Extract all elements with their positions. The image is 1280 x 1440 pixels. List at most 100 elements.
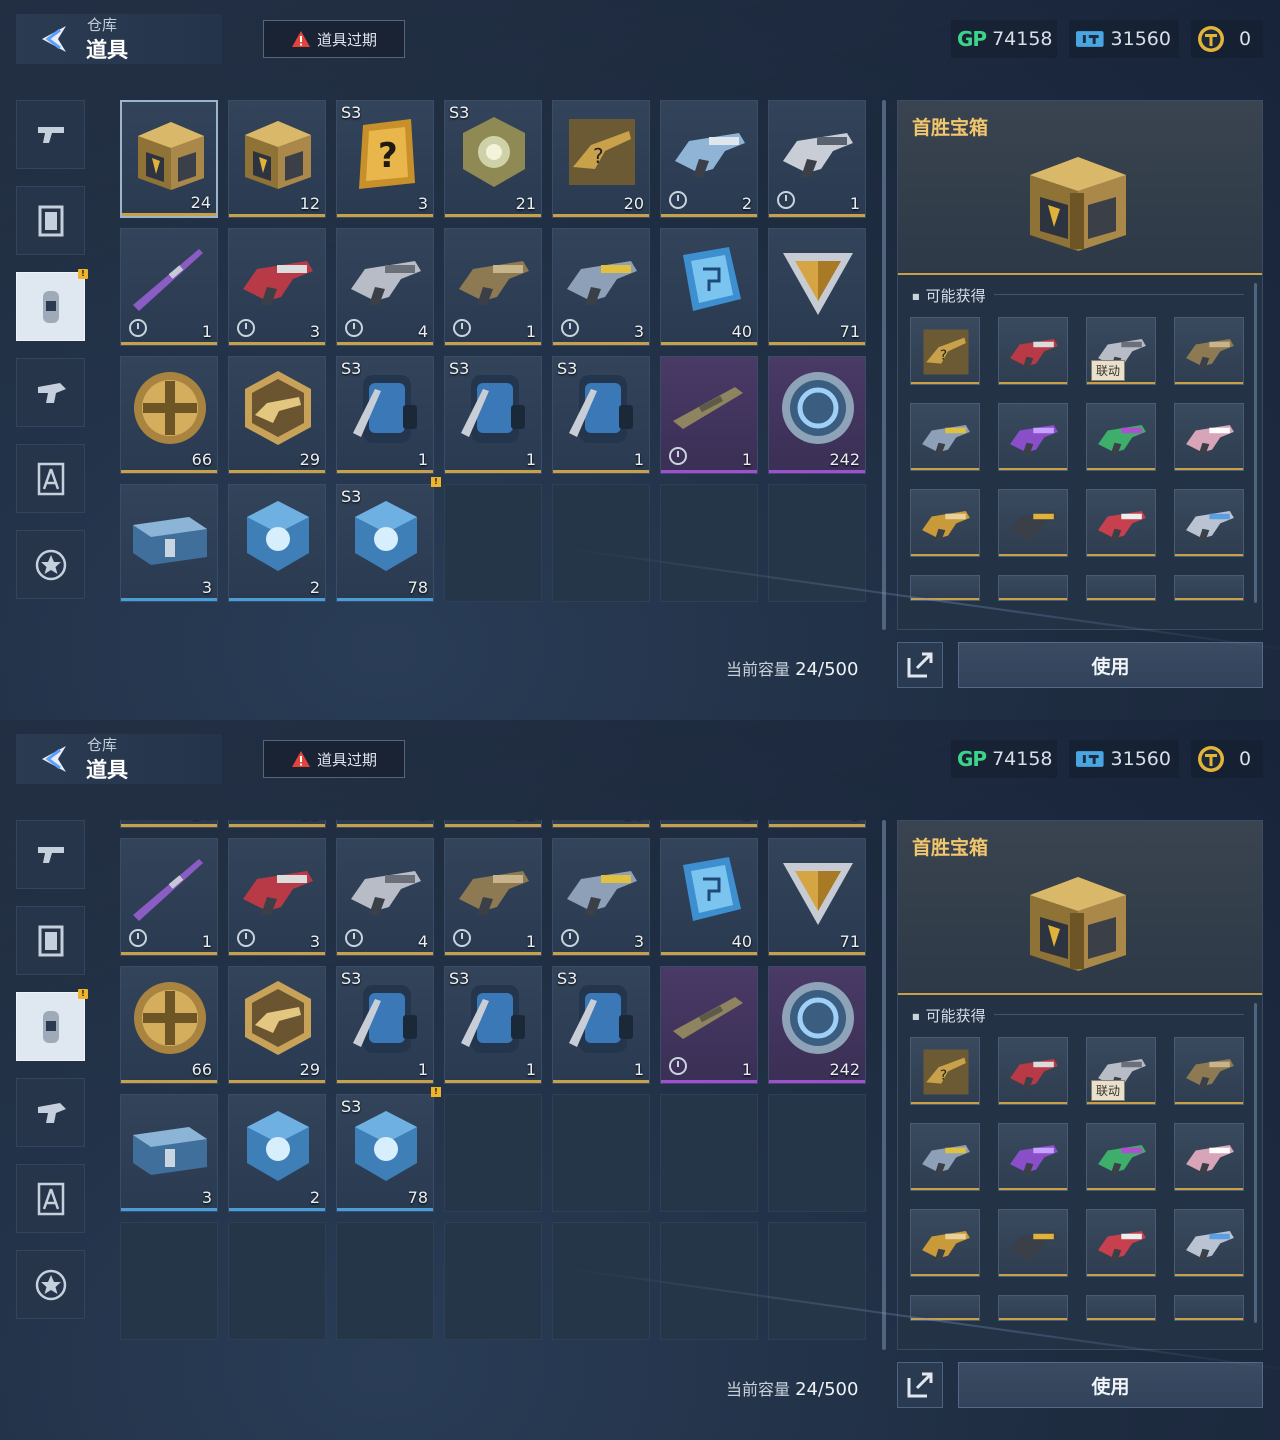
reward-item[interactable] bbox=[910, 403, 980, 471]
reward-item[interactable] bbox=[1174, 1295, 1244, 1321]
item-slot[interactable]: 1 bbox=[444, 838, 542, 956]
reward-item[interactable] bbox=[1086, 1123, 1156, 1191]
sidebar-tab-pistol[interactable] bbox=[16, 820, 85, 889]
item-slot[interactable]: S3 1 bbox=[552, 356, 650, 474]
item-slot[interactable]: 71 bbox=[768, 228, 866, 346]
reward-item[interactable] bbox=[998, 403, 1068, 471]
item-slot[interactable]: 242 bbox=[768, 966, 866, 1084]
item-slot[interactable]: ?S33 bbox=[336, 820, 434, 828]
reward-scrollbar[interactable] bbox=[1254, 1003, 1257, 1323]
reward-item[interactable]: ? bbox=[910, 317, 980, 385]
reward-item[interactable] bbox=[998, 489, 1068, 557]
reward-item[interactable] bbox=[910, 1209, 980, 1277]
reward-item[interactable] bbox=[1086, 489, 1156, 557]
item-slot[interactable]: ?20 bbox=[552, 100, 650, 218]
sidebar-tab-star-badge[interactable] bbox=[16, 1250, 85, 1319]
item-slot[interactable]: 1 bbox=[660, 356, 758, 474]
item-slot[interactable]: 1 bbox=[444, 228, 542, 346]
item-slot[interactable]: S3 1 bbox=[444, 966, 542, 1084]
reward-item[interactable] bbox=[1086, 1295, 1156, 1321]
sidebar-tab-frame[interactable] bbox=[16, 186, 85, 255]
sidebar-tab-pistol[interactable] bbox=[16, 100, 85, 169]
use-button[interactable]: 使用 bbox=[958, 1362, 1263, 1408]
use-button[interactable]: 使用 bbox=[958, 642, 1263, 688]
item-slot[interactable]: ?S33 bbox=[336, 100, 434, 218]
item-slot[interactable]: 66 bbox=[120, 356, 218, 474]
reward-scrollbar[interactable] bbox=[1254, 283, 1257, 603]
back-arrow-icon[interactable] bbox=[36, 22, 70, 56]
reward-item[interactable] bbox=[910, 1295, 980, 1321]
item-slot[interactable]: 12 bbox=[228, 820, 326, 828]
item-slot[interactable]: 2 bbox=[228, 1094, 326, 1212]
item-slot[interactable]: 1 bbox=[120, 838, 218, 956]
sidebar-tab-frame[interactable] bbox=[16, 906, 85, 975]
item-expire-button[interactable]: 道具过期 bbox=[263, 740, 405, 778]
item-slot[interactable]: S3! 78 bbox=[336, 1087, 441, 1212]
back-arrow-icon[interactable] bbox=[36, 742, 70, 776]
item-slot[interactable]: 3 bbox=[120, 1094, 218, 1212]
sidebar-tab-gun-part[interactable] bbox=[16, 1078, 85, 1147]
share-button[interactable] bbox=[897, 642, 943, 688]
reward-item[interactable] bbox=[998, 1295, 1068, 1321]
sidebar-tab-canister[interactable]: ! bbox=[16, 989, 88, 1061]
reward-item[interactable] bbox=[998, 1123, 1068, 1191]
item-slot[interactable]: S321 bbox=[444, 820, 542, 828]
item-slot[interactable]: 4 bbox=[336, 228, 434, 346]
item-slot[interactable]: S3! 78 bbox=[336, 477, 441, 602]
sidebar-tab-blueprint[interactable] bbox=[16, 444, 85, 513]
item-slot[interactable]: 29 bbox=[228, 356, 326, 474]
item-slot[interactable]: 2 bbox=[228, 484, 326, 602]
sidebar-tab-gun-part[interactable] bbox=[16, 358, 85, 427]
item-slot[interactable]: S3 1 bbox=[336, 966, 434, 1084]
item-slot[interactable]: 3 bbox=[228, 838, 326, 956]
sidebar-tab-canister[interactable]: ! bbox=[16, 269, 88, 341]
item-slot[interactable]: 66 bbox=[120, 966, 218, 1084]
reward-item[interactable] bbox=[910, 489, 980, 557]
reward-item[interactable]: ? bbox=[910, 1037, 980, 1105]
reward-item[interactable] bbox=[1174, 403, 1244, 471]
item-expire-button[interactable]: 道具过期 bbox=[263, 20, 405, 58]
item-slot[interactable]: 3 bbox=[552, 228, 650, 346]
reward-item[interactable] bbox=[1174, 489, 1244, 557]
item-slot[interactable]: 1 bbox=[120, 228, 218, 346]
reward-item[interactable] bbox=[998, 1209, 1068, 1277]
reward-item[interactable] bbox=[910, 1123, 980, 1191]
reward-item[interactable] bbox=[998, 1037, 1068, 1105]
item-slot[interactable]: 12 bbox=[228, 100, 326, 218]
item-slot[interactable]: 40 bbox=[660, 228, 758, 346]
reward-item[interactable] bbox=[998, 317, 1068, 385]
reward-item[interactable] bbox=[1086, 403, 1156, 471]
item-slot[interactable]: 24 bbox=[120, 100, 218, 218]
item-slot[interactable]: S321 bbox=[444, 100, 542, 218]
item-slot[interactable]: 40 bbox=[660, 838, 758, 956]
reward-item[interactable] bbox=[910, 575, 980, 601]
sidebar-tab-blueprint[interactable] bbox=[16, 1164, 85, 1233]
item-slot[interactable]: 2 bbox=[660, 100, 758, 218]
grid-scrollbar[interactable] bbox=[882, 820, 886, 1350]
item-slot[interactable]: ?20 bbox=[552, 820, 650, 828]
reward-item[interactable] bbox=[1174, 575, 1244, 601]
item-slot[interactable]: 1 bbox=[768, 820, 866, 828]
item-slot[interactable]: 29 bbox=[228, 966, 326, 1084]
item-slot[interactable]: 1 bbox=[768, 100, 866, 218]
item-slot[interactable]: 3 bbox=[228, 228, 326, 346]
reward-item[interactable] bbox=[1086, 575, 1156, 601]
item-slot[interactable]: S3 1 bbox=[444, 356, 542, 474]
share-button[interactable] bbox=[897, 1362, 943, 1408]
grid-scrollbar[interactable] bbox=[882, 100, 886, 630]
item-slot[interactable]: 242 bbox=[768, 356, 866, 474]
reward-item[interactable]: 联动 bbox=[1086, 1037, 1156, 1105]
reward-item[interactable] bbox=[1086, 1209, 1156, 1277]
item-slot[interactable]: 2 bbox=[660, 820, 758, 828]
reward-item[interactable] bbox=[1174, 1209, 1244, 1277]
item-slot[interactable]: S3 1 bbox=[552, 966, 650, 1084]
item-slot[interactable]: 3 bbox=[552, 838, 650, 956]
item-slot[interactable]: 24 bbox=[120, 820, 218, 828]
reward-item[interactable] bbox=[1174, 1037, 1244, 1105]
reward-item[interactable] bbox=[1174, 1123, 1244, 1191]
item-slot[interactable]: 3 bbox=[120, 484, 218, 602]
reward-item[interactable] bbox=[1174, 317, 1244, 385]
reward-item[interactable]: 联动 bbox=[1086, 317, 1156, 385]
item-slot[interactable]: 71 bbox=[768, 838, 866, 956]
item-slot[interactable]: 1 bbox=[660, 966, 758, 1084]
